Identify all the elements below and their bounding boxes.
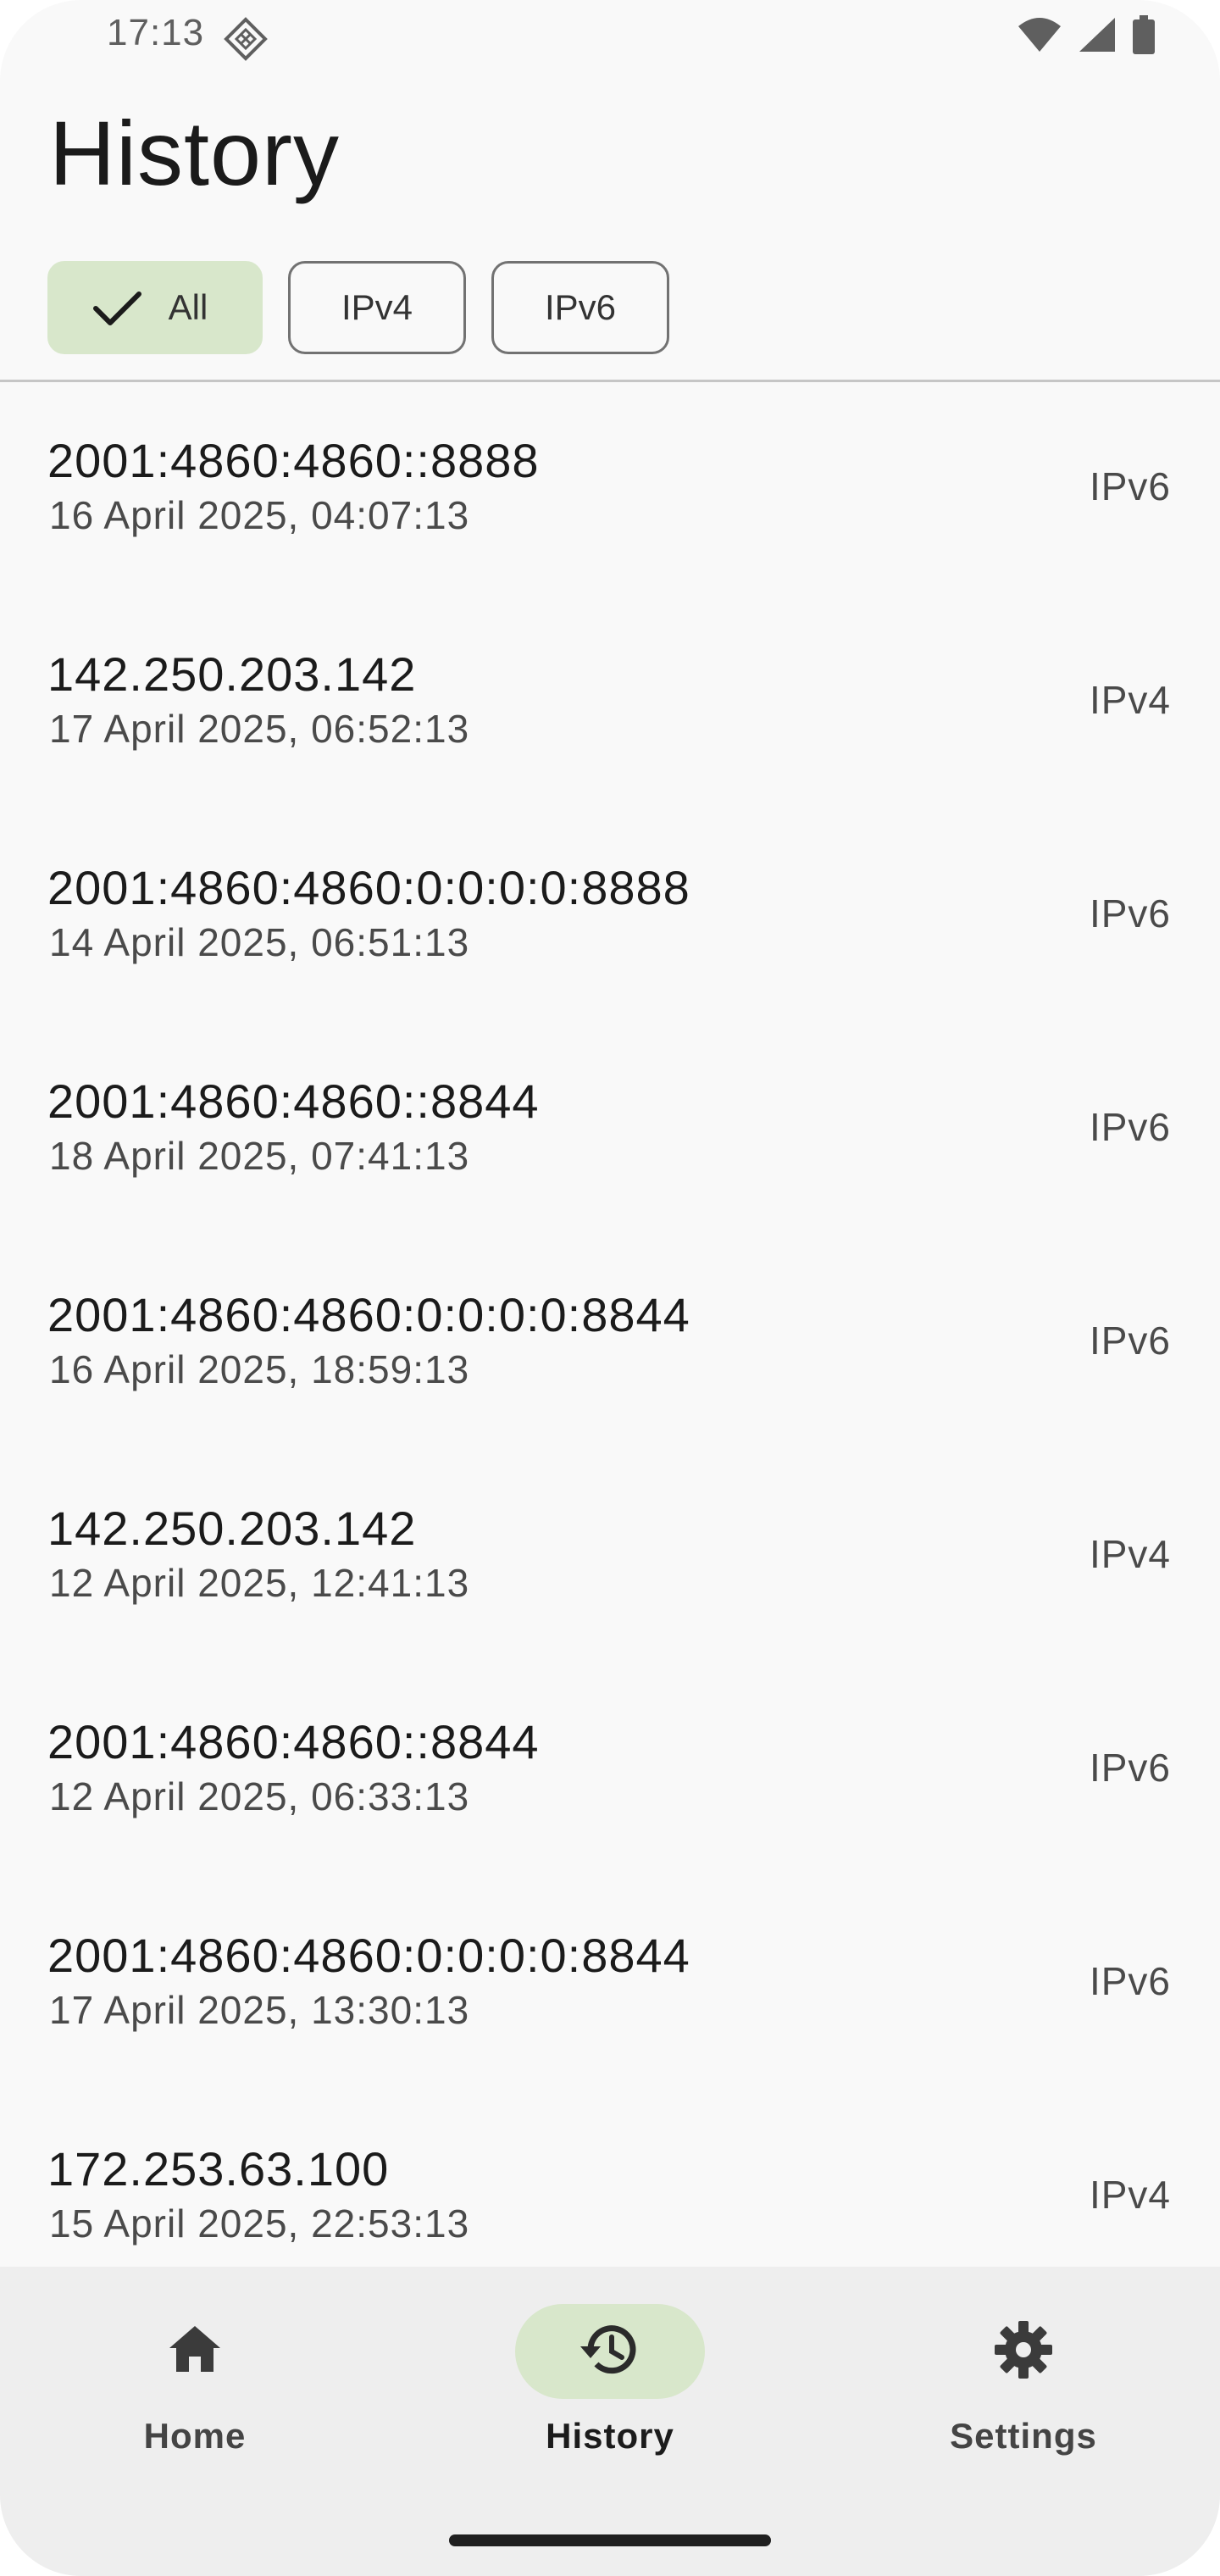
item-address: 2001:4860:4860::8844: [47, 1715, 540, 1768]
filter-chip-label: IPv6: [544, 287, 617, 327]
list-item[interactable]: 2001:4860:4860::8844 12 April 2025, 06:3…: [0, 1663, 1220, 1877]
history-list[interactable]: 2001:4860:4860::8888 16 April 2025, 04:0…: [0, 382, 1220, 2267]
item-address: 2001:4860:4860:0:0:0:0:8844: [47, 1288, 690, 1341]
item-address: 142.250.203.142: [47, 647, 417, 701]
signal-icon: [1078, 16, 1117, 58]
bottom-navigation: Home History Settings: [0, 2267, 1220, 2576]
item-type: IPv6: [1089, 1319, 1171, 1363]
list-item[interactable]: 142.250.203.142 17 April 2025, 06:52:13 …: [0, 596, 1220, 809]
item-type: IPv6: [1089, 1746, 1171, 1790]
nav-item-home[interactable]: Home: [68, 2304, 322, 2457]
item-type: IPv4: [1089, 2173, 1171, 2217]
item-address: 2001:4860:4860:0:0:0:0:8844: [47, 1929, 690, 1982]
status-time: 17:13: [107, 12, 205, 53]
nav-icon-container: [929, 2304, 1118, 2399]
list-item[interactable]: 2001:4860:4860:0:0:0:0:8844 17 April 202…: [0, 1877, 1220, 2090]
list-item[interactable]: 2001:4860:4860::8888 16 April 2025, 04:0…: [0, 382, 1220, 596]
filter-chips: All IPv4 IPv6: [47, 261, 669, 354]
nav-label-settings: Settings: [950, 2416, 1097, 2456]
item-type: IPv6: [1089, 1959, 1171, 2003]
item-date: 14 April 2025, 06:51:13: [49, 920, 470, 964]
list-item[interactable]: 142.250.203.142 12 April 2025, 12:41:13 …: [0, 1450, 1220, 1663]
list-item[interactable]: 2001:4860:4860:0:0:0:0:8844 16 April 202…: [0, 1236, 1220, 1450]
diamond-grid-icon: [224, 17, 268, 61]
item-type: IPv4: [1089, 1532, 1171, 1576]
status-icons: [1017, 14, 1156, 58]
item-date: 12 April 2025, 12:41:13: [49, 1561, 470, 1605]
gear-icon: [991, 2318, 1056, 2386]
history-icon: [576, 2316, 644, 2388]
item-type: IPv6: [1089, 464, 1171, 508]
filter-chip-ipv4[interactable]: IPv4: [288, 261, 466, 354]
item-type: IPv6: [1089, 1105, 1171, 1149]
status-bar: 17:13: [0, 0, 1220, 71]
list-item[interactable]: 2001:4860:4860::8844 18 April 2025, 07:4…: [0, 1023, 1220, 1236]
item-date: 16 April 2025, 04:07:13: [49, 493, 470, 537]
item-date: 18 April 2025, 07:41:13: [49, 1134, 470, 1178]
item-address: 142.250.203.142: [47, 1502, 417, 1555]
item-type: IPv4: [1089, 678, 1171, 722]
nav-icon-container: [515, 2304, 705, 2399]
list-item[interactable]: 2001:4860:4860:0:0:0:0:8888 14 April 202…: [0, 809, 1220, 1023]
nav-icon-container: [100, 2304, 290, 2399]
item-date: 15 April 2025, 22:53:13: [49, 2201, 470, 2246]
battery-icon: [1132, 14, 1156, 58]
item-date: 12 April 2025, 06:33:13: [49, 1774, 470, 1818]
list-item[interactable]: 172.253.63.100 15 April 2025, 22:53:13 I…: [0, 2090, 1220, 2267]
item-address: 2001:4860:4860:0:0:0:0:8888: [47, 861, 690, 914]
nav-item-settings[interactable]: Settings: [896, 2304, 1151, 2457]
wifi-icon: [1017, 16, 1062, 58]
item-date: 16 April 2025, 18:59:13: [49, 1347, 470, 1391]
nav-label-home: Home: [143, 2416, 247, 2456]
item-date: 17 April 2025, 13:30:13: [49, 1988, 470, 2032]
filter-chip-label: IPv4: [341, 287, 413, 327]
item-date: 17 April 2025, 06:52:13: [49, 707, 470, 751]
item-address: 2001:4860:4860::8888: [47, 434, 540, 487]
page-title: History: [49, 102, 341, 204]
home-indicator[interactable]: [449, 2534, 771, 2546]
item-type: IPv6: [1089, 891, 1171, 935]
check-icon: [87, 278, 147, 337]
filter-chip-ipv6[interactable]: IPv6: [491, 261, 669, 354]
item-address: 172.253.63.100: [47, 2142, 390, 2196]
nav-item-history[interactable]: History: [483, 2304, 737, 2457]
nav-label-history: History: [546, 2416, 674, 2456]
app-screen: 17:13 History All IPv4 IPv6 2001:4860:48…: [0, 0, 1220, 2576]
home-icon: [164, 2319, 225, 2384]
item-address: 2001:4860:4860::8844: [47, 1074, 540, 1128]
filter-chip-all[interactable]: All: [47, 261, 263, 354]
filter-chip-label: All: [168, 287, 208, 327]
